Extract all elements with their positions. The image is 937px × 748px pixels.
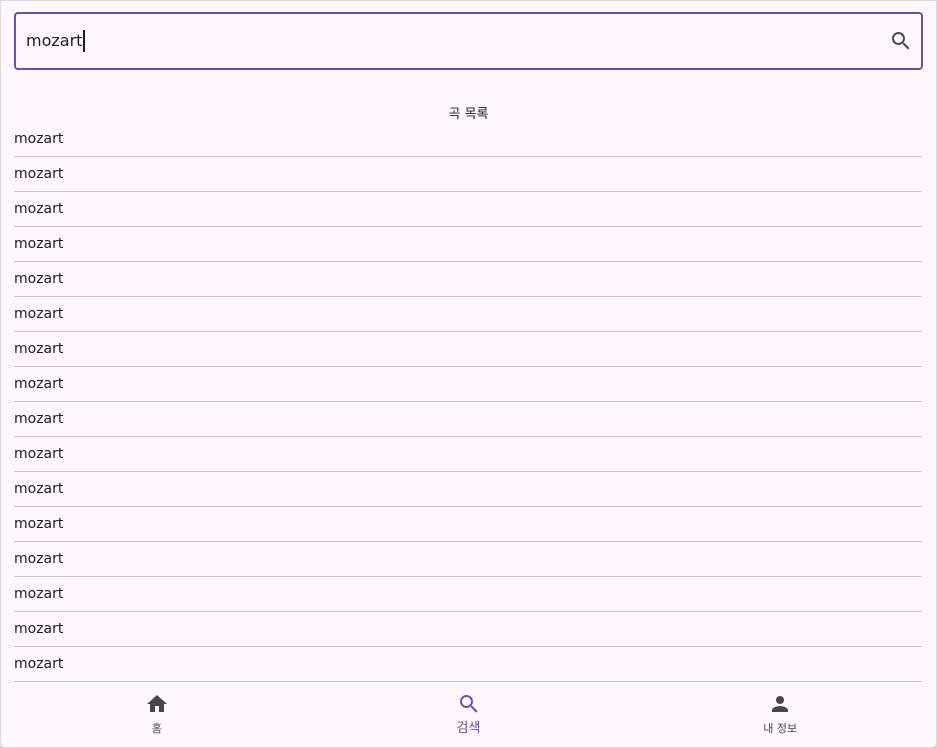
home-icon [146, 695, 167, 712]
bottom-navigation-bar: 홈 검색 내 정보 [1, 682, 936, 747]
nav-item-search[interactable]: 검색 [313, 682, 625, 747]
song-list-item[interactable]: mozart [14, 612, 922, 647]
song-list-item[interactable]: mozart [14, 192, 922, 227]
person-icon [772, 696, 789, 712]
search-input[interactable]: mozart [26, 14, 85, 68]
search-input-text: mozart [26, 31, 83, 50]
song-list-item[interactable]: mozart [14, 437, 922, 472]
nav-item-profile-label: 내 정보 [763, 722, 798, 735]
song-list-item[interactable]: mozart [14, 157, 922, 192]
song-list: mozart mozart mozart mozart mozart mozar… [14, 122, 922, 682]
song-list-item[interactable]: mozart [14, 647, 922, 682]
nav-item-search-label: 검색 [456, 721, 481, 736]
nav-item-home[interactable]: 홈 [1, 682, 313, 747]
nav-item-profile[interactable]: 내 정보 [624, 682, 936, 747]
song-list-item[interactable]: mozart [14, 122, 922, 157]
song-list-item[interactable]: mozart [14, 332, 922, 367]
nav-item-home-label: 홈 [151, 722, 162, 735]
text-caret [83, 30, 85, 52]
song-list-item[interactable]: mozart [14, 297, 922, 332]
app-window: mozart 곡 목록 mozart mozart mozart mozart … [0, 0, 937, 748]
song-list-item[interactable]: mozart [14, 507, 922, 542]
song-list-item[interactable]: mozart [14, 577, 922, 612]
song-list-item[interactable]: mozart [14, 227, 922, 262]
search-field[interactable]: mozart [14, 12, 923, 70]
search-icon [892, 32, 910, 50]
song-list-item[interactable]: mozart [14, 367, 922, 402]
song-list-item[interactable]: mozart [14, 262, 922, 297]
search-button[interactable] [889, 29, 913, 53]
song-list-item[interactable]: mozart [14, 542, 922, 577]
song-list-item[interactable]: mozart [14, 402, 922, 437]
song-list-title: 곡 목록 [448, 107, 489, 122]
search-icon [459, 695, 477, 713]
song-list-item[interactable]: mozart [14, 472, 922, 507]
